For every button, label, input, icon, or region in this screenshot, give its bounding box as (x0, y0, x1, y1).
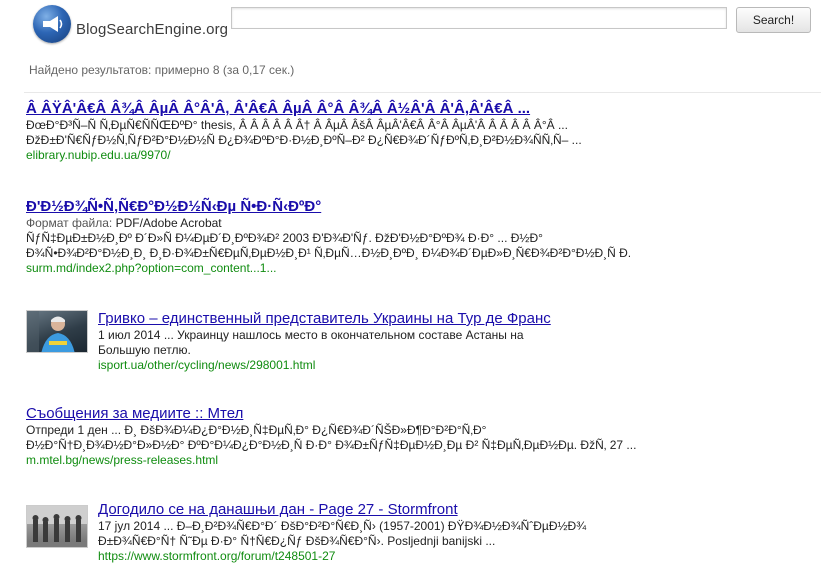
result-title-link[interactable]: Съобщения за медиите :: Мтел (26, 405, 636, 423)
result-thumbnail[interactable] (26, 310, 88, 353)
snippet-line: ÑƒÑ‡ÐµÐ±Ð½Ð¸Ðº Ð´Ð»Ñ Ð¼ÐµÐ´Ð¸ÐºÐ¾Ð² 2003… (26, 231, 543, 245)
file-format: Формат файла: PDF/Adobe Acrobat (26, 216, 631, 231)
search-button[interactable]: Search! (736, 7, 811, 33)
file-format-value: PDF/Adobe Acrobat (115, 216, 222, 230)
snippet-line: Отпреди 1 ден ... Ð¸ ÐšÐ¾Ð¼Ð¿Ð°Ð½Ð¸Ñ‡ÐµÑ… (26, 423, 487, 437)
result-item: Съобщения за медиите :: Мтел Отпреди 1 д… (26, 405, 636, 468)
snippet-line: ÐœÐ°Ð³Ñ–Ñ Ñ‚ÐµÑ€ÑÑŒÐºÐ° thesis, Â Â Â Â … (26, 118, 568, 132)
result-url: m.mtel.bg/news/press-releases.html (26, 453, 219, 467)
megaphone-icon (33, 5, 71, 43)
site-logo[interactable]: BlogSearchEngine.org (33, 4, 228, 44)
result-snippet: 1 июл 2014 ... Украинцу нашлось место в … (98, 328, 551, 358)
snippet-line: Ð¾Ñ•Ð¾Ð²Ð°Ð½Ð¸Ð¸ Ð¸Ð·Ð¾Ð±Ñ€ÐµÑ‚ÐµÐ½Ð¸Ð¹ … (26, 246, 632, 260)
result-title-link[interactable]: Â ÂŸÂ'Â€Â Â¾Â ÂµÂ Â°Â'Â, Â'Â€Â ÂµÂ Â°Â Â… (26, 100, 582, 118)
result-stats: Найдено результатов: примерно 8 (за 0,17… (29, 63, 295, 77)
result-title-link[interactable]: Гривко – единственный представитель Укра… (98, 310, 551, 328)
result-item: Догодило се на данашњи дан - Page 27 - S… (98, 501, 586, 564)
result-item: Â ÂŸÂ'Â€Â Â¾Â ÂµÂ Â°Â'Â, Â'Â€Â ÂµÂ Â°Â Â… (26, 100, 582, 163)
snippet-line: Большую петлю. (98, 343, 191, 357)
snippet-line: Ð½Ð°Ñ†Ð¸Ð¾Ð½Ð°Ð»Ð½Ð° ÐºÐ°Ð¼Ð¿Ð°Ð½Ð¸Ñ Ð·Ð… (26, 438, 637, 452)
result-item: Ð'Ð½Ð¾Ñ•Ñ‚Ñ€Ð°Ð½Ð½Ñ‹Ðµ Ñ•Ð·Ñ‹ÐºÐ° Формат… (26, 198, 631, 276)
snippet-line: 17 јул 2014 ... Ð–Ð¸Ð²Ð¾Ñ€Ð°Ð´ ÐšÐ°Ð²Ð°Ñ… (98, 519, 587, 533)
result-thumbnail[interactable] (26, 505, 88, 548)
result-snippet: Отпреди 1 ден ... Ð¸ ÐšÐ¾Ð¼Ð¿Ð°Ð½Ð¸Ñ‡ÐµÑ… (26, 423, 636, 453)
result-snippet: ÑƒÑ‡ÐµÐ±Ð½Ð¸Ðº Ð´Ð»Ñ Ð¼ÐµÐ´Ð¸ÐºÐ¾Ð² 2003… (26, 231, 631, 261)
search-input[interactable] (231, 7, 727, 29)
result-url: isport.ua/other/cycling/news/298001.html (98, 358, 316, 372)
snippet-line: 1 июл 2014 ... Украинцу нашлось место в … (98, 328, 524, 342)
result-url: elibrary.nubip.edu.ua/9970/ (26, 148, 171, 162)
result-title-link[interactable]: Догодило се на данашњи дан - Page 27 - S… (98, 501, 586, 519)
result-item: Гривко – единственный представитель Укра… (98, 310, 551, 373)
result-snippet: ÐœÐ°Ð³Ñ–Ñ Ñ‚ÐµÑ€ÑÑŒÐºÐ° thesis, Â Â Â Â … (26, 118, 582, 148)
file-format-label: Формат файла: (26, 216, 113, 230)
result-title-link[interactable]: Ð'Ð½Ð¾Ñ•Ñ‚Ñ€Ð°Ð½Ð½Ñ‹Ðµ Ñ•Ð·Ñ‹ÐºÐ° (26, 198, 631, 216)
result-snippet: 17 јул 2014 ... Ð–Ð¸Ð²Ð¾Ñ€Ð°Ð´ ÐšÐ°Ð²Ð°Ñ… (98, 519, 586, 549)
result-url: surm.md/index2.php?option=com_content...… (26, 261, 277, 275)
snippet-line: Ð±Ð¾Ñ€Ð°Ñ† Ñ˜Ðµ Ð·Ð° Ñ†Ñ€Ð¿Ñƒ ÐšÐ¾Ñ€Ð°Ñ›… (98, 534, 496, 548)
result-url: https://www.stormfront.org/forum/t248501… (98, 549, 336, 563)
divider (24, 92, 821, 93)
snippet-line: ÐžÐ±Ð'Ñ€ÑƒÐ½Ñ‚ÑƒÐ²Ð°Ð½Ð½Ñ Ð¿Ð¾ÐºÐ°Ð·Ð½Ð¸… (26, 133, 582, 147)
logo-text: BlogSearchEngine.org (76, 20, 229, 38)
